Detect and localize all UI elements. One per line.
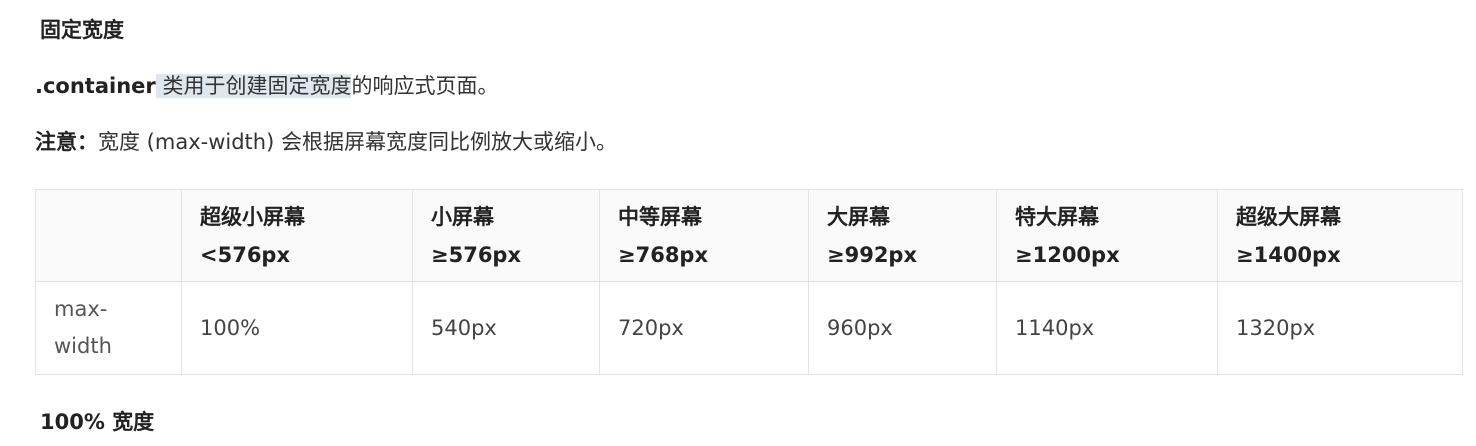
- description-rest: 的响应式页面。: [351, 74, 499, 98]
- row-label-cell: max- width: [35, 281, 182, 375]
- container-description: .container 类用于创建固定宽度的响应式页面。: [35, 74, 499, 98]
- full-width-heading: 100% 宽度: [40, 410, 155, 434]
- header-md-name: 中等屏幕: [618, 204, 702, 229]
- value-xl: 1140px: [996, 281, 1218, 375]
- note-label: 注意：: [35, 130, 98, 154]
- header-sm: 小屏幕 ≥576px: [412, 189, 600, 282]
- header-lg: 大屏幕 ≥992px: [808, 189, 997, 282]
- header-xs: 超级小屏幕 <576px: [181, 189, 413, 282]
- header-empty-cell: [35, 189, 182, 282]
- value-xs: 100%: [181, 281, 413, 375]
- header-md: 中等屏幕 ≥768px: [599, 189, 809, 282]
- value-md: 720px: [599, 281, 809, 375]
- note-paragraph: 注意：宽度 (max-width) 会根据屏幕宽度同比例放大或缩小。: [35, 132, 617, 153]
- header-xs-name: 超级小屏幕: [200, 204, 305, 229]
- header-xl-size: ≥1200px: [1015, 242, 1120, 267]
- header-lg-name: 大屏幕: [827, 204, 890, 229]
- value-xxl: 1320px: [1217, 281, 1463, 375]
- header-md-size: ≥768px: [618, 242, 709, 267]
- header-xl-name: 特大屏幕: [1015, 204, 1099, 229]
- header-xl: 特大屏幕 ≥1200px: [996, 189, 1218, 282]
- container-class-code: .container: [35, 74, 156, 98]
- breakpoint-table: 超级小屏幕 <576px 小屏幕 ≥576px 中等屏幕 ≥768px 大屏幕 …: [35, 189, 1463, 375]
- header-xxl-name: 超级大屏幕: [1236, 204, 1341, 229]
- selected-text[interactable]: 类用于创建固定宽度: [155, 74, 352, 98]
- table-row: max- width 100% 540px 720px 960px 1140px…: [35, 281, 1463, 375]
- value-lg: 960px: [808, 281, 997, 375]
- row-label-line2: width: [54, 334, 112, 358]
- value-sm: 540px: [412, 281, 600, 375]
- table-header-row: 超级小屏幕 <576px 小屏幕 ≥576px 中等屏幕 ≥768px 大屏幕 …: [35, 189, 1463, 282]
- header-xxl: 超级大屏幕 ≥1400px: [1217, 189, 1463, 282]
- header-xs-size: <576px: [200, 242, 291, 267]
- header-sm-size: ≥576px: [431, 242, 522, 267]
- header-xxl-size: ≥1400px: [1236, 242, 1341, 267]
- fixed-width-heading: 固定宽度: [40, 18, 124, 42]
- row-label-line1: max-: [54, 297, 108, 321]
- note-text: 宽度 (max-width) 会根据屏幕宽度同比例放大或缩小。: [98, 130, 617, 154]
- header-lg-size: ≥992px: [827, 242, 918, 267]
- header-sm-name: 小屏幕: [431, 204, 494, 229]
